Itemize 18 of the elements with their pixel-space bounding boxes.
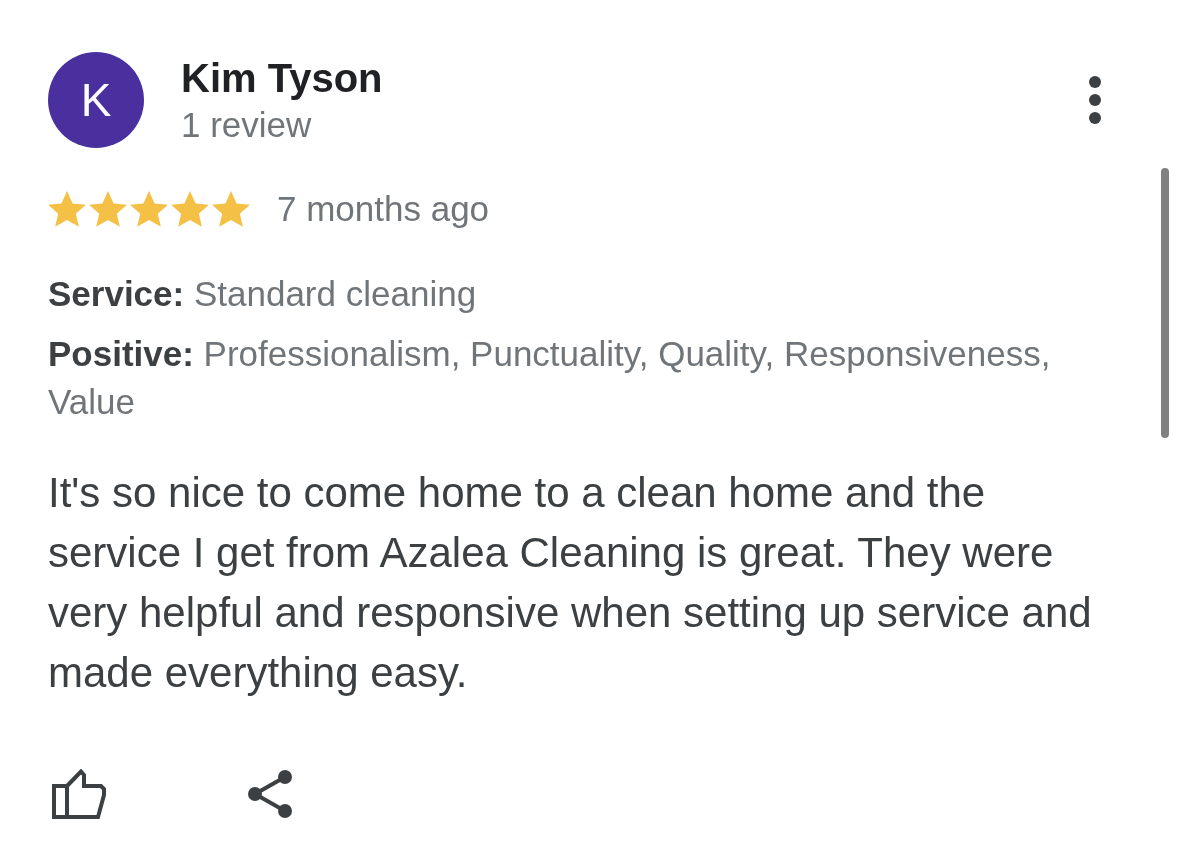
review-attribute: Positive: Professionalism, Punctuality, Quality, Responsiveness, Value bbox=[48, 333, 1052, 423]
thumbs-up-icon bbox=[52, 769, 106, 819]
star-icon bbox=[89, 191, 127, 227]
star-icon bbox=[48, 191, 86, 227]
reviewer-name[interactable]: Kim Tyson bbox=[181, 56, 383, 100]
like-button[interactable] bbox=[52, 769, 106, 819]
star-icon bbox=[130, 191, 168, 227]
review-count: 1 review bbox=[181, 104, 312, 146]
more-options-icon bbox=[1089, 76, 1101, 124]
review-attribute: Service: Standard cleaning bbox=[48, 273, 477, 315]
review-text: It's so nice to come home to a clean home and the service I get from Azalea Cleaning is great. They were very helpful and responsive when setting up service and made everything easy. bbox=[48, 468, 1093, 698]
star-icon bbox=[212, 191, 250, 227]
avatar: K bbox=[48, 52, 144, 148]
review-time: 7 months ago bbox=[277, 189, 490, 229]
more-options-button[interactable] bbox=[1089, 76, 1101, 124]
share-icon bbox=[247, 769, 293, 819]
share-button[interactable] bbox=[247, 769, 293, 819]
star-icon bbox=[171, 191, 209, 227]
